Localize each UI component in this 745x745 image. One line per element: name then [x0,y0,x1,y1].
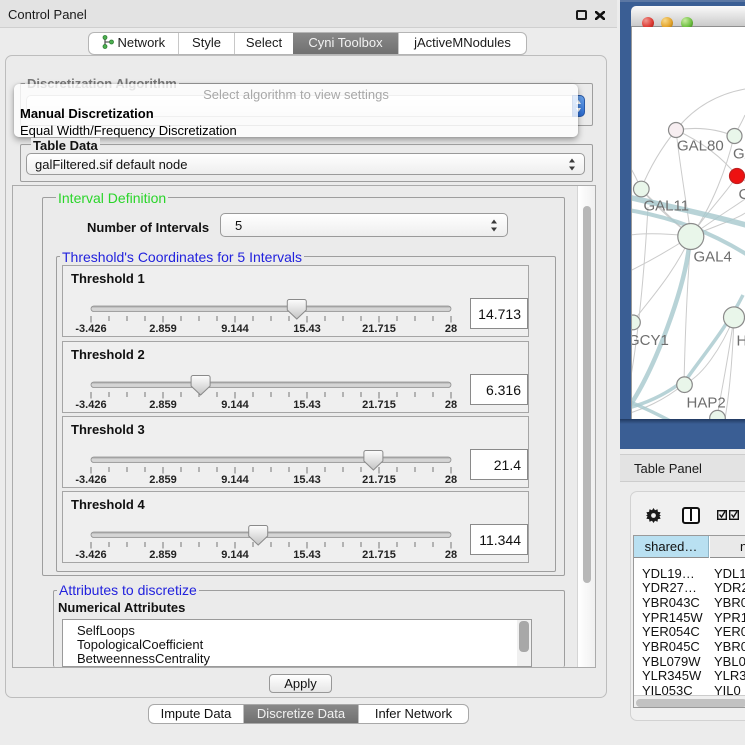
svg-text:9.144: 9.144 [221,399,249,411]
svg-text:2.859: 2.859 [149,549,177,561]
svg-text:CD: CD [739,186,745,203]
svg-text:21.715: 21.715 [362,474,396,486]
svg-text:2.859: 2.859 [149,474,177,486]
svg-text:15.43: 15.43 [293,549,321,561]
svg-text:9.144: 9.144 [221,474,249,486]
svg-text:15.43: 15.43 [293,399,321,411]
svg-text:HI: HI [737,333,745,350]
svg-text:21.715: 21.715 [362,399,396,411]
svg-text:28: 28 [445,399,457,411]
svg-text:21.715: 21.715 [362,323,396,335]
svg-text:-3.426: -3.426 [75,323,106,335]
svg-text:GA: GA [733,146,745,163]
svg-text:-3.426: -3.426 [75,474,106,486]
svg-text:28: 28 [445,474,457,486]
svg-text:GAL80: GAL80 [677,138,724,155]
svg-text:2.859: 2.859 [149,323,177,335]
svg-text:15.43: 15.43 [293,474,321,486]
svg-text:9.144: 9.144 [221,323,249,335]
svg-text:28: 28 [445,549,457,561]
svg-text:GAL11: GAL11 [644,198,690,215]
svg-text:GCY1: GCY1 [632,332,669,349]
svg-text:21.715: 21.715 [362,549,396,561]
svg-text:GAL4: GAL4 [694,249,732,266]
svg-text:15.43: 15.43 [293,323,321,335]
svg-text:HAP2: HAP2 [687,395,726,412]
svg-text:2.859: 2.859 [149,399,177,411]
svg-text:-3.426: -3.426 [75,549,106,561]
svg-text:9.144: 9.144 [221,549,249,561]
svg-text:28: 28 [445,323,457,335]
svg-text:-3.426: -3.426 [75,399,106,411]
